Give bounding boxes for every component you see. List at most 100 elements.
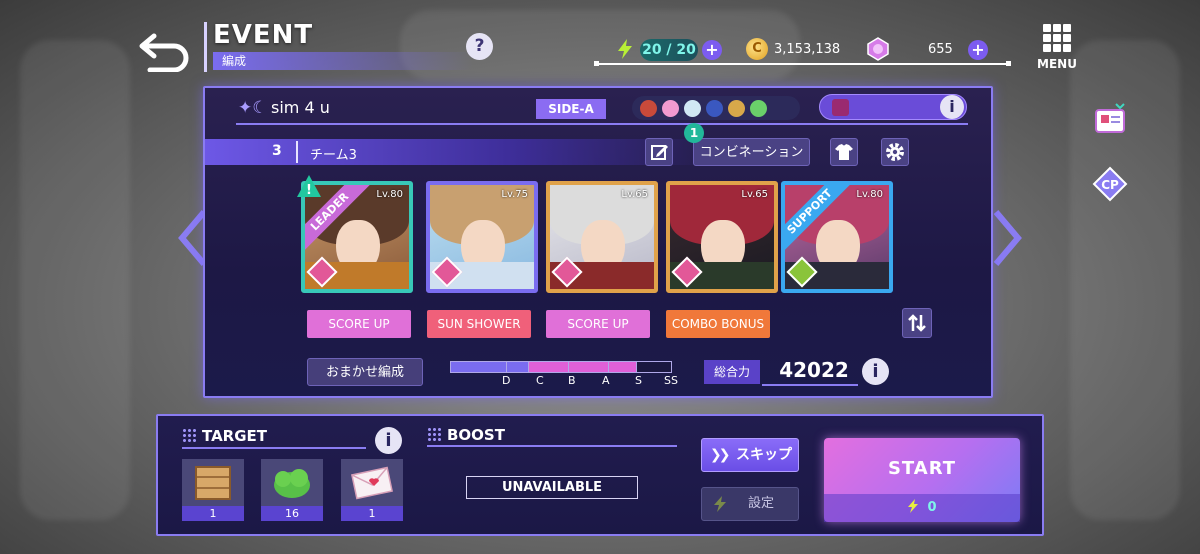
bonus-item-icon (832, 99, 849, 116)
gear-icon (886, 143, 904, 161)
coin-icon: C (746, 38, 768, 60)
edit-team-name-button[interactable] (645, 138, 673, 166)
svg-text:CP: CP (1101, 178, 1119, 192)
document-icon (1095, 103, 1125, 133)
skill-tag-2: SUN SHOWER (427, 310, 531, 338)
card-level: Lv.65 (621, 189, 648, 200)
energy-value: 20 / 20 (640, 39, 698, 61)
dots-icon (182, 428, 196, 442)
love-letter-icon (351, 466, 393, 500)
member-avatar-icon (728, 99, 745, 117)
add-energy-button[interactable]: + (702, 40, 722, 60)
start-cost: 0 (824, 494, 1020, 522)
start-cost-value: 0 (927, 500, 937, 515)
header-divider (204, 22, 207, 72)
shirt-icon (835, 144, 853, 160)
cp-icon: CP (1092, 166, 1128, 202)
skill-tag-3: SCORE UP (546, 310, 650, 338)
power-underline (762, 384, 858, 386)
power-info-button[interactable]: i (862, 358, 889, 385)
next-team-arrow[interactable] (990, 208, 1024, 268)
boost-settings-button[interactable]: 設定 (701, 487, 799, 521)
side-badge[interactable]: SIDE-A (536, 99, 606, 119)
card-level: Lv.80 (376, 189, 403, 200)
skip-button[interactable]: ❯❯ スキップ (701, 438, 799, 472)
page-subtitle: 編成 (213, 52, 473, 70)
grid-icon (1043, 24, 1071, 52)
rank-label: D (502, 374, 511, 387)
team-card-3[interactable]: Lv.65 (546, 181, 658, 293)
combination-count-badge: 1 (684, 123, 704, 143)
start-button[interactable]: START 0 (824, 438, 1020, 522)
back-arrow-icon (139, 33, 189, 73)
target-count: 16 (261, 506, 323, 521)
team-card-2[interactable]: Lv.75 (426, 181, 538, 293)
team-number: 3 (272, 143, 282, 159)
bonus-info-button[interactable]: i (940, 95, 964, 119)
rank-label: SS (664, 374, 678, 387)
resource-bar-dot (1006, 61, 1011, 66)
rank-segment (609, 362, 637, 372)
gem-value: 655 (928, 42, 953, 57)
skill-tag-1: SCORE UP (307, 310, 411, 338)
rank-segment (529, 362, 569, 372)
green-bush-icon (274, 469, 310, 498)
rank-label: B (568, 374, 576, 387)
member-avatar-icon (662, 99, 679, 117)
target-count: 1 (182, 506, 244, 521)
skip-label: スキップ (736, 447, 792, 463)
lightning-icon (614, 38, 636, 60)
deck-name: sim 4 u (271, 98, 330, 117)
dots-icon (427, 427, 441, 441)
boost-status: UNAVAILABLE (466, 476, 638, 499)
lightning-icon (908, 499, 919, 513)
rank-label: C (536, 374, 544, 387)
rank-segment (637, 362, 671, 372)
card-level: Lv.80 (856, 189, 883, 200)
total-power-label: 総合力 (704, 360, 760, 384)
back-button[interactable] (138, 28, 194, 73)
team-card-5[interactable]: SUPPORT Lv.80 (781, 181, 893, 293)
add-gem-button[interactable]: + (968, 40, 988, 60)
card-level: Lv.75 (501, 189, 528, 200)
rank-labels: D C B A S SS (450, 374, 690, 388)
double-chevron-icon: ❯❯ (710, 447, 731, 463)
team-card-4[interactable]: Lv.65 (666, 181, 778, 293)
cp-button[interactable]: CP (1092, 166, 1128, 202)
card-level: Lv.65 (741, 189, 768, 200)
unit-member-icons (632, 96, 800, 120)
target-underline (182, 447, 366, 449)
target-item[interactable]: 16 (261, 459, 323, 521)
start-label: START (887, 458, 957, 479)
boost-underline (427, 445, 677, 447)
rank-label: A (602, 374, 610, 387)
sparkle-moon-icon: ✦☾ (238, 98, 268, 118)
target-info-button[interactable]: i (375, 427, 402, 454)
auto-formation-button[interactable]: おまかせ編成 (307, 358, 423, 386)
event-bonus-pill[interactable]: i (819, 94, 967, 120)
combination-button[interactable]: コンビネーション (693, 138, 810, 166)
outfit-button[interactable] (830, 138, 858, 166)
rank-segment (507, 362, 529, 372)
page-title: EVENT (213, 20, 314, 50)
menu-button[interactable]: MENU (1034, 24, 1080, 74)
target-title-text: TARGET (202, 427, 268, 445)
coin-value: 3,153,138 (774, 42, 841, 57)
boost-title: BOOST (427, 426, 505, 444)
team-settings-button[interactable] (881, 138, 909, 166)
boost-title-text: BOOST (447, 426, 505, 444)
deck-underline (236, 123, 968, 125)
mission-icon-button[interactable] (1092, 102, 1128, 138)
target-item[interactable]: 1 (341, 459, 403, 521)
help-button[interactable]: ? (466, 33, 493, 60)
total-power-value: 42022 (779, 358, 849, 382)
member-avatar-icon (640, 99, 657, 117)
target-item[interactable]: 1 (182, 459, 244, 521)
rank-gauge (450, 361, 672, 373)
resource-bar-dot (594, 61, 599, 66)
pencil-icon (651, 145, 668, 160)
rank-segment (569, 362, 609, 372)
swap-button[interactable] (902, 308, 932, 338)
menu-label: MENU (1037, 57, 1077, 71)
rank-label: S (635, 374, 642, 387)
